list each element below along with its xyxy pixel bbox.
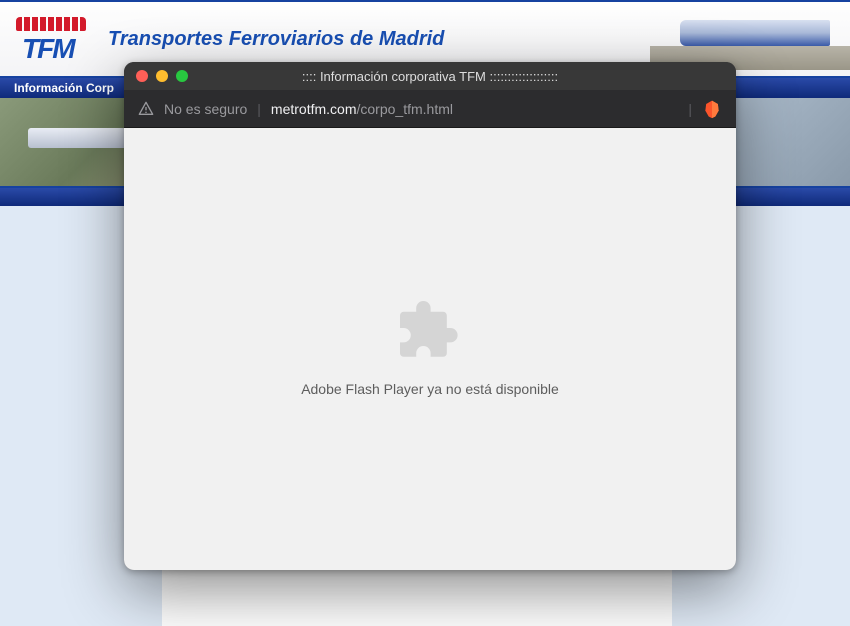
brave-shields-icon[interactable] — [702, 99, 722, 119]
logo-acronym: TFM — [22, 33, 74, 65]
site-title: Transportes Ferroviarios de Madrid — [108, 28, 444, 51]
window-title: :::: Información corporativa TFM :::::::… — [302, 69, 558, 84]
url-display[interactable]: metrotfm.com/corpo_tfm.html — [271, 101, 453, 117]
close-button[interactable] — [136, 70, 148, 82]
flash-unavailable-message: Adobe Flash Player ya no está disponible — [301, 381, 559, 397]
separator: | — [257, 101, 261, 117]
minimize-button[interactable] — [156, 70, 168, 82]
zoom-button[interactable] — [176, 70, 188, 82]
window-titlebar[interactable]: :::: Información corporativa TFM :::::::… — [124, 62, 736, 90]
header-train-illustration — [650, 10, 850, 70]
nav-item-info-corp[interactable]: Información Corp — [14, 81, 114, 95]
separator: | — [688, 101, 692, 117]
logo[interactable]: TFM Transportes Ferroviarios de Madrid — [16, 13, 444, 65]
insecure-icon[interactable] — [138, 101, 154, 117]
plugin-missing-icon — [395, 301, 465, 363]
browser-popup-window: :::: Información corporativa TFM :::::::… — [124, 62, 736, 570]
address-bar: No es seguro | metrotfm.com/corpo_tfm.ht… — [124, 90, 736, 128]
logo-graphic: TFM — [16, 13, 96, 65]
page-viewport: Adobe Flash Player ya no está disponible — [124, 128, 736, 570]
window-controls — [136, 70, 188, 82]
security-label[interactable]: No es seguro — [164, 101, 247, 117]
url-path: /corpo_tfm.html — [357, 101, 453, 117]
url-host: metrotfm.com — [271, 101, 357, 117]
